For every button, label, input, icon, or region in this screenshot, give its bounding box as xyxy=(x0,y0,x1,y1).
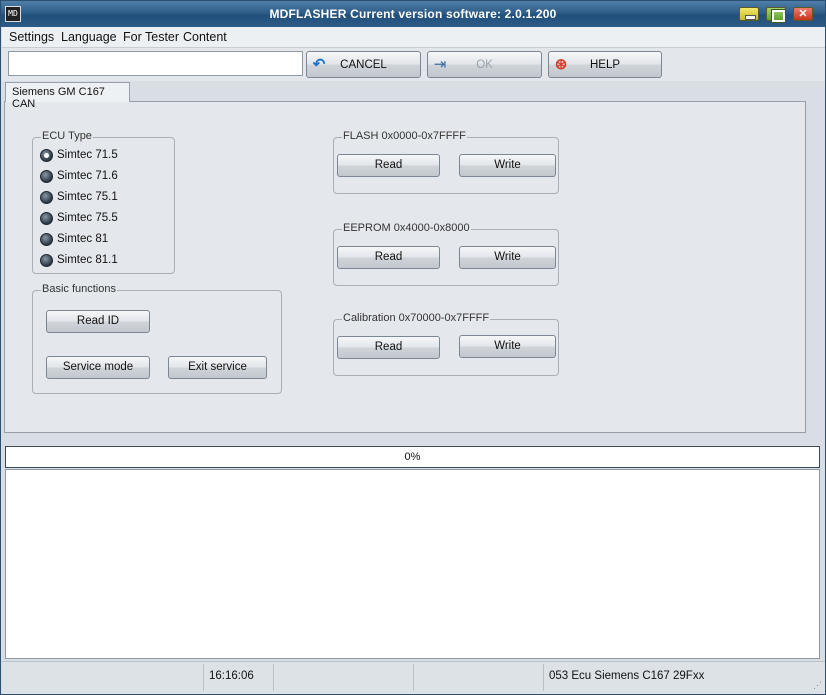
calibration-title: Calibration 0x70000-0x7FFFF xyxy=(342,312,491,324)
ok-button[interactable]: ⇥ OK xyxy=(427,51,542,78)
main-window: MD MDFLASHER Current version software: 2… xyxy=(0,0,826,695)
radio-button[interactable] xyxy=(40,191,53,204)
cancel-label: CANCEL xyxy=(340,59,387,71)
radio-button-checked[interactable] xyxy=(40,149,53,162)
toolbar: ↶ CANCEL ⇥ OK ⊛ HELP xyxy=(2,48,825,81)
progress-bar: 0% xyxy=(5,446,820,468)
radio-button[interactable] xyxy=(40,254,53,267)
menu-content[interactable]: Content xyxy=(183,30,227,44)
flash-group: FLASH 0x0000-0x7FFFF Read Write xyxy=(333,130,559,194)
flash-write-button[interactable]: Write xyxy=(459,154,556,177)
calibration-write-button[interactable]: Write xyxy=(459,335,556,358)
status-ecu-info: 053 Ecu Siemens C167 29Fxx xyxy=(543,664,813,691)
ecu-type-title: ECU Type xyxy=(41,130,93,142)
ok-label: OK xyxy=(476,59,493,71)
status-time: 16:16:06 xyxy=(203,664,273,691)
maximize-button[interactable] xyxy=(766,7,786,23)
command-input[interactable] xyxy=(8,51,303,76)
tab-panel: ECU Type Simtec 71.5 Simtec 71.6 Simtec … xyxy=(4,101,806,433)
radio-button[interactable] xyxy=(40,212,53,225)
eeprom-group: EEPROM 0x4000-0x8000 Read Write xyxy=(333,222,559,286)
eeprom-title: EEPROM 0x4000-0x8000 xyxy=(342,222,471,234)
cancel-button[interactable]: ↶ CANCEL xyxy=(306,51,421,78)
status-bar: 16:16:06 053 Ecu Siemens C167 29Fxx ⋰ xyxy=(2,661,825,694)
read-id-button[interactable]: Read ID xyxy=(46,310,150,333)
radio-button[interactable] xyxy=(40,170,53,183)
calibration-read-button[interactable]: Read xyxy=(337,336,440,359)
exit-service-button[interactable]: Exit service xyxy=(168,356,267,379)
basic-functions-title: Basic functions xyxy=(41,283,117,295)
flash-title: FLASH 0x0000-0x7FFFF xyxy=(342,130,467,142)
resize-grip-icon[interactable]: ⋰ xyxy=(813,680,822,691)
help-button[interactable]: ⊛ HELP xyxy=(548,51,662,78)
radio-label: Simtec 71.6 xyxy=(57,170,118,182)
status-cell-empty xyxy=(2,664,202,691)
help-label: HELP xyxy=(589,59,621,71)
menu-settings[interactable]: Settings xyxy=(9,30,54,44)
ecu-type-group: ECU Type Simtec 71.5 Simtec 71.6 Simtec … xyxy=(32,130,175,274)
minimize-button[interactable] xyxy=(739,7,759,21)
basic-functions-group: Basic functions Read ID Service mode Exi… xyxy=(32,283,282,394)
eeprom-read-button[interactable]: Read xyxy=(337,246,440,269)
radio-label: Simtec 81 xyxy=(57,233,109,245)
close-button[interactable] xyxy=(793,7,813,21)
service-mode-button[interactable]: Service mode xyxy=(46,356,150,379)
log-output-area[interactable] xyxy=(5,469,820,659)
eeprom-write-button[interactable]: Write xyxy=(459,246,556,269)
radio-label: Simtec 81.1 xyxy=(57,254,118,266)
status-cell-blank-2 xyxy=(413,664,543,691)
calibration-group: Calibration 0x70000-0x7FFFF Read Write xyxy=(333,312,559,376)
status-cell-blank xyxy=(273,664,413,691)
menu-language[interactable]: Language xyxy=(61,30,117,44)
radio-label: Simtec 71.5 xyxy=(57,149,118,161)
title-bar[interactable]: MD MDFLASHER Current version software: 2… xyxy=(1,1,825,27)
radio-button[interactable] xyxy=(40,233,53,246)
radio-label: Simtec 75.1 xyxy=(57,191,118,203)
menu-for-tester[interactable]: For Tester xyxy=(123,30,179,44)
tab-siemens-gm-c167-can[interactable]: Siemens GM C167 CAN xyxy=(5,82,130,110)
window-title: MDFLASHER Current version software: 2.0.… xyxy=(269,7,557,21)
menu-bar: Settings Language For Tester Content xyxy=(2,27,825,48)
progress-text: 0% xyxy=(404,451,421,463)
radio-label: Simtec 75.5 xyxy=(57,212,118,224)
flash-read-button[interactable]: Read xyxy=(337,154,440,177)
